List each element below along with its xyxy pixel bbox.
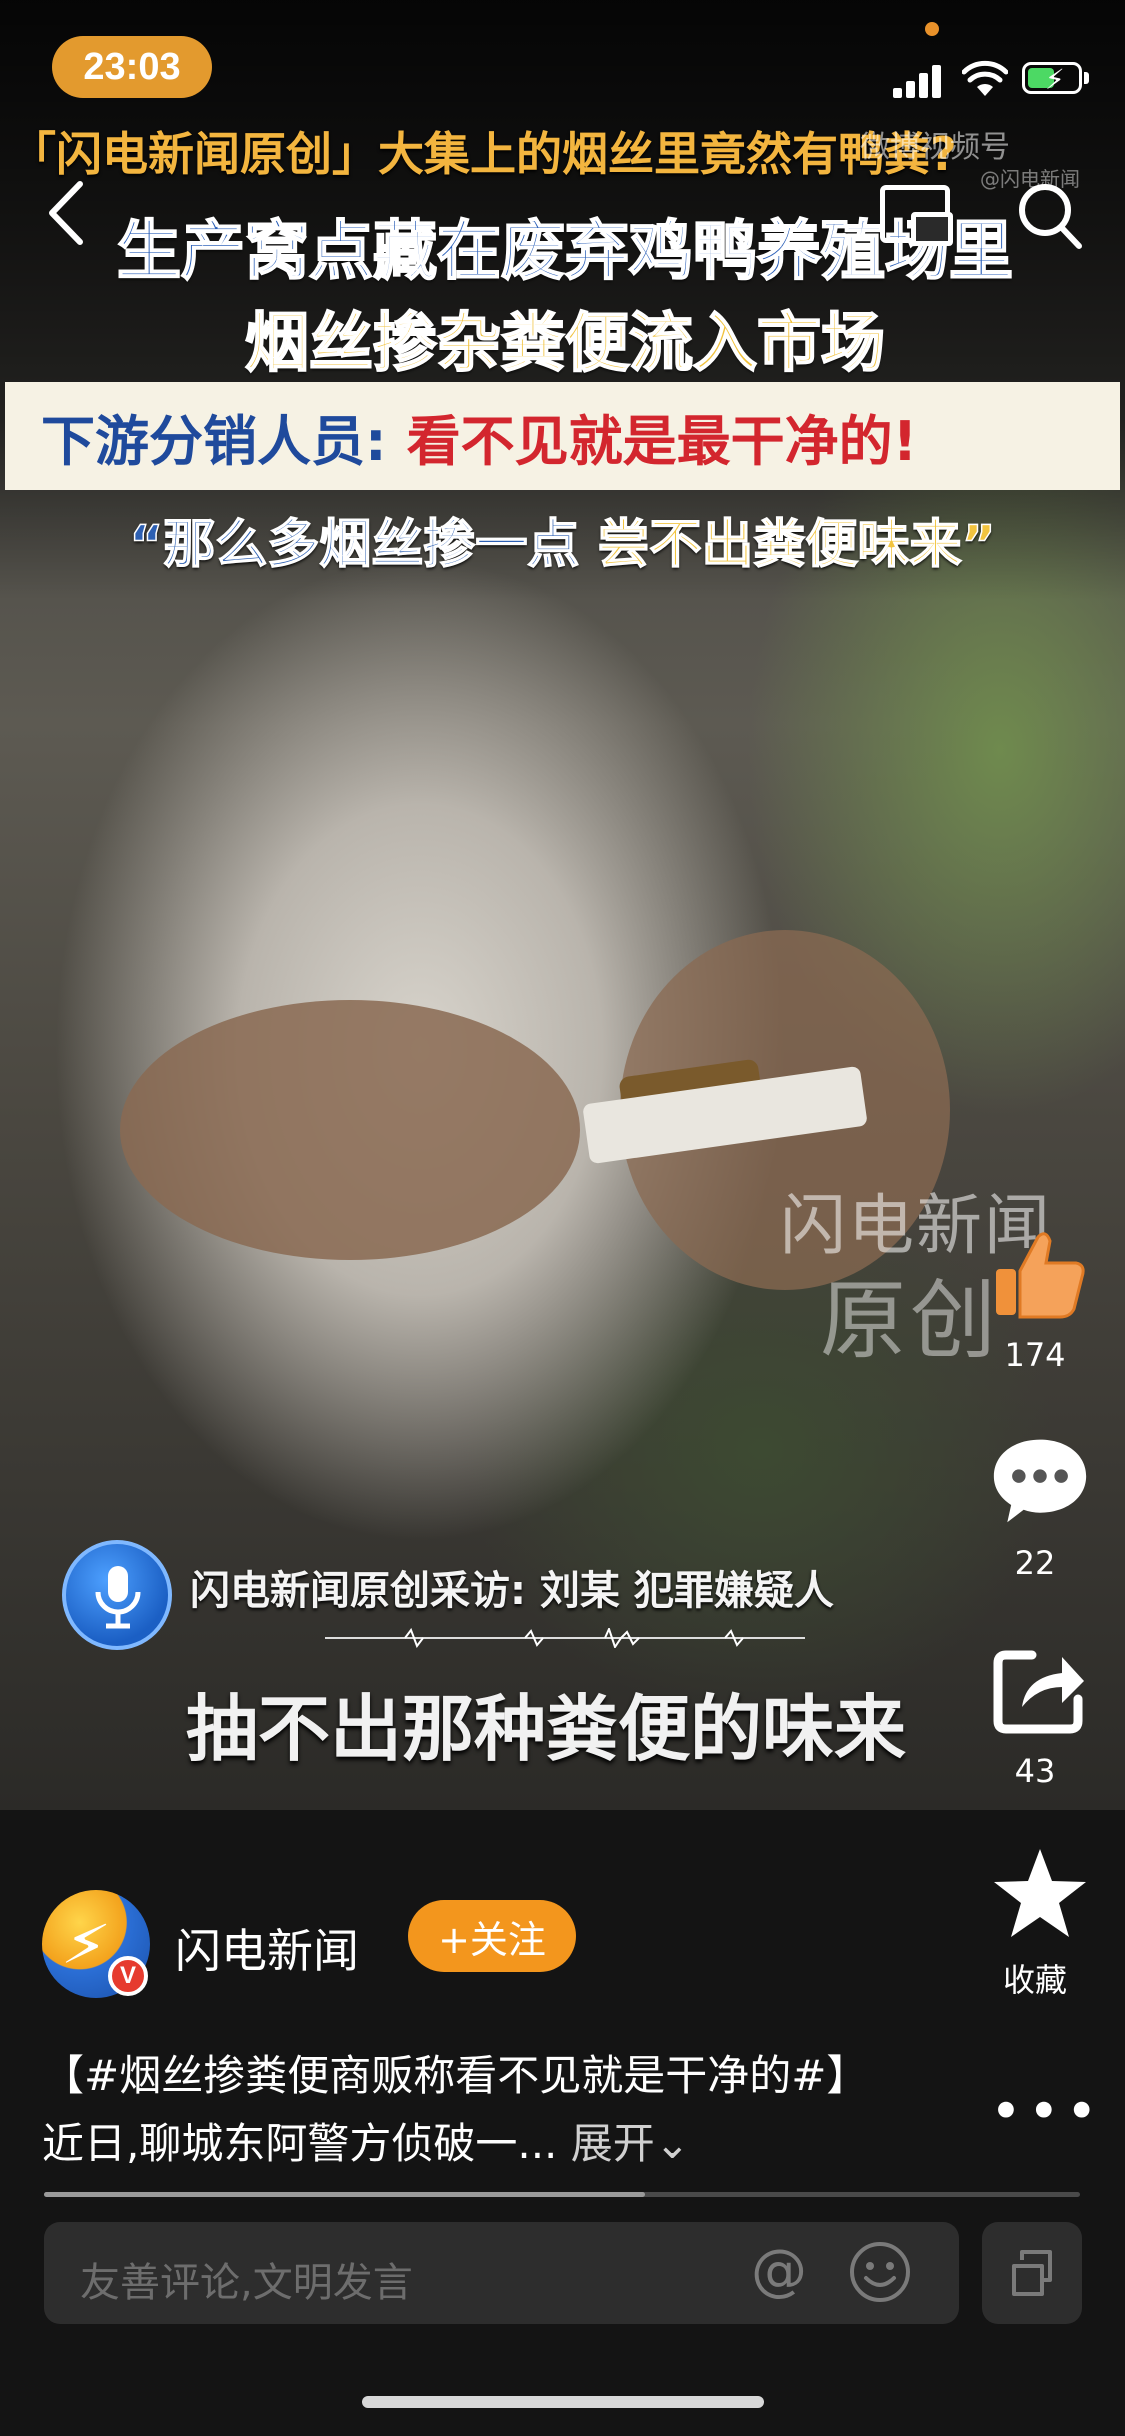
bar-left-text: 下游分销人员: (41, 409, 387, 473)
comment-input[interactable]: 友善评论,文明发言 (44, 2222, 959, 2324)
pip-icon[interactable] (880, 185, 953, 246)
interview-label: 闪电新闻原创采访: 刘某 犯罪嫌疑人 (190, 1568, 834, 1614)
emoji-icon[interactable] (848, 2240, 912, 2304)
collect-label: 收藏 (1002, 1961, 1067, 1999)
cellular-signal-icon (893, 62, 945, 98)
comment-icon (993, 1439, 1087, 1523)
expand-button[interactable] (982, 2222, 1082, 2324)
video-subtitle: 抽不出那种粪便的味来 (186, 1687, 907, 1771)
share-button[interactable] (990, 1645, 1090, 1735)
audio-wave (325, 1628, 805, 1648)
like-count: 174 (1004, 1336, 1066, 1374)
collect-button[interactable] (990, 1845, 1090, 1941)
progress-fill (44, 2192, 645, 2197)
battery-tip (1084, 72, 1089, 84)
like-icon (996, 1232, 1085, 1319)
comment-button[interactable] (990, 1432, 1090, 1528)
share-icon (993, 1650, 1084, 1734)
video-progress-bar[interactable] (44, 2192, 1080, 2197)
author-name[interactable]: 闪电新闻 (175, 1915, 359, 1981)
back-icon[interactable] (40, 178, 94, 248)
comment-count: 22 (1014, 1544, 1056, 1582)
comment-placeholder: 友善评论,文明发言 (80, 2260, 413, 2306)
headline-line2: 烟丝掺杂粪便流入市场 (244, 306, 886, 382)
quote-part1: “那么多烟丝掺一点 (128, 514, 580, 576)
quote-caption: “那么多烟丝掺一点 尝不出粪便味来” (40, 502, 1085, 577)
battery-icon: ⚡ (1022, 62, 1082, 96)
status-time: 23:03 (52, 36, 212, 98)
home-indicator (362, 2396, 764, 2408)
description-text: 【#烟丝掺粪便商贩称看不见就是干净的#】近日,聊城东阿警方侦破一... (42, 2051, 869, 2168)
follow-button[interactable]: +关注 (408, 1900, 576, 1972)
at-icon[interactable]: @ (748, 2240, 810, 2302)
quote-part2: 尝不出粪便味来” (597, 514, 997, 576)
expand-description-link[interactable]: 展开⌄ (571, 2119, 690, 2168)
more-icon[interactable]: ••• (990, 2080, 1104, 2143)
video-description[interactable]: 【#烟丝掺粪便商贩称看不见就是干净的#】近日,聊城东阿警方侦破一... 展开⌄ (42, 2042, 892, 2178)
search-icon[interactable] (1015, 178, 1085, 252)
watermark-top: 微博视频号 (860, 130, 1010, 165)
privacy-indicator-dot (925, 22, 939, 36)
expand-icon (1012, 2250, 1052, 2296)
verified-badge: V (108, 1956, 148, 1996)
share-count: 43 (1014, 1752, 1056, 1790)
bar-right-text: 看不见就是最干净的! (406, 409, 918, 473)
wifi-icon (962, 60, 1008, 96)
highlight-bar: 下游分销人员: 看不见就是最干净的! (5, 382, 1120, 490)
mic-icon (62, 1540, 172, 1650)
star-icon (994, 1849, 1086, 1937)
like-button[interactable] (990, 1225, 1090, 1325)
